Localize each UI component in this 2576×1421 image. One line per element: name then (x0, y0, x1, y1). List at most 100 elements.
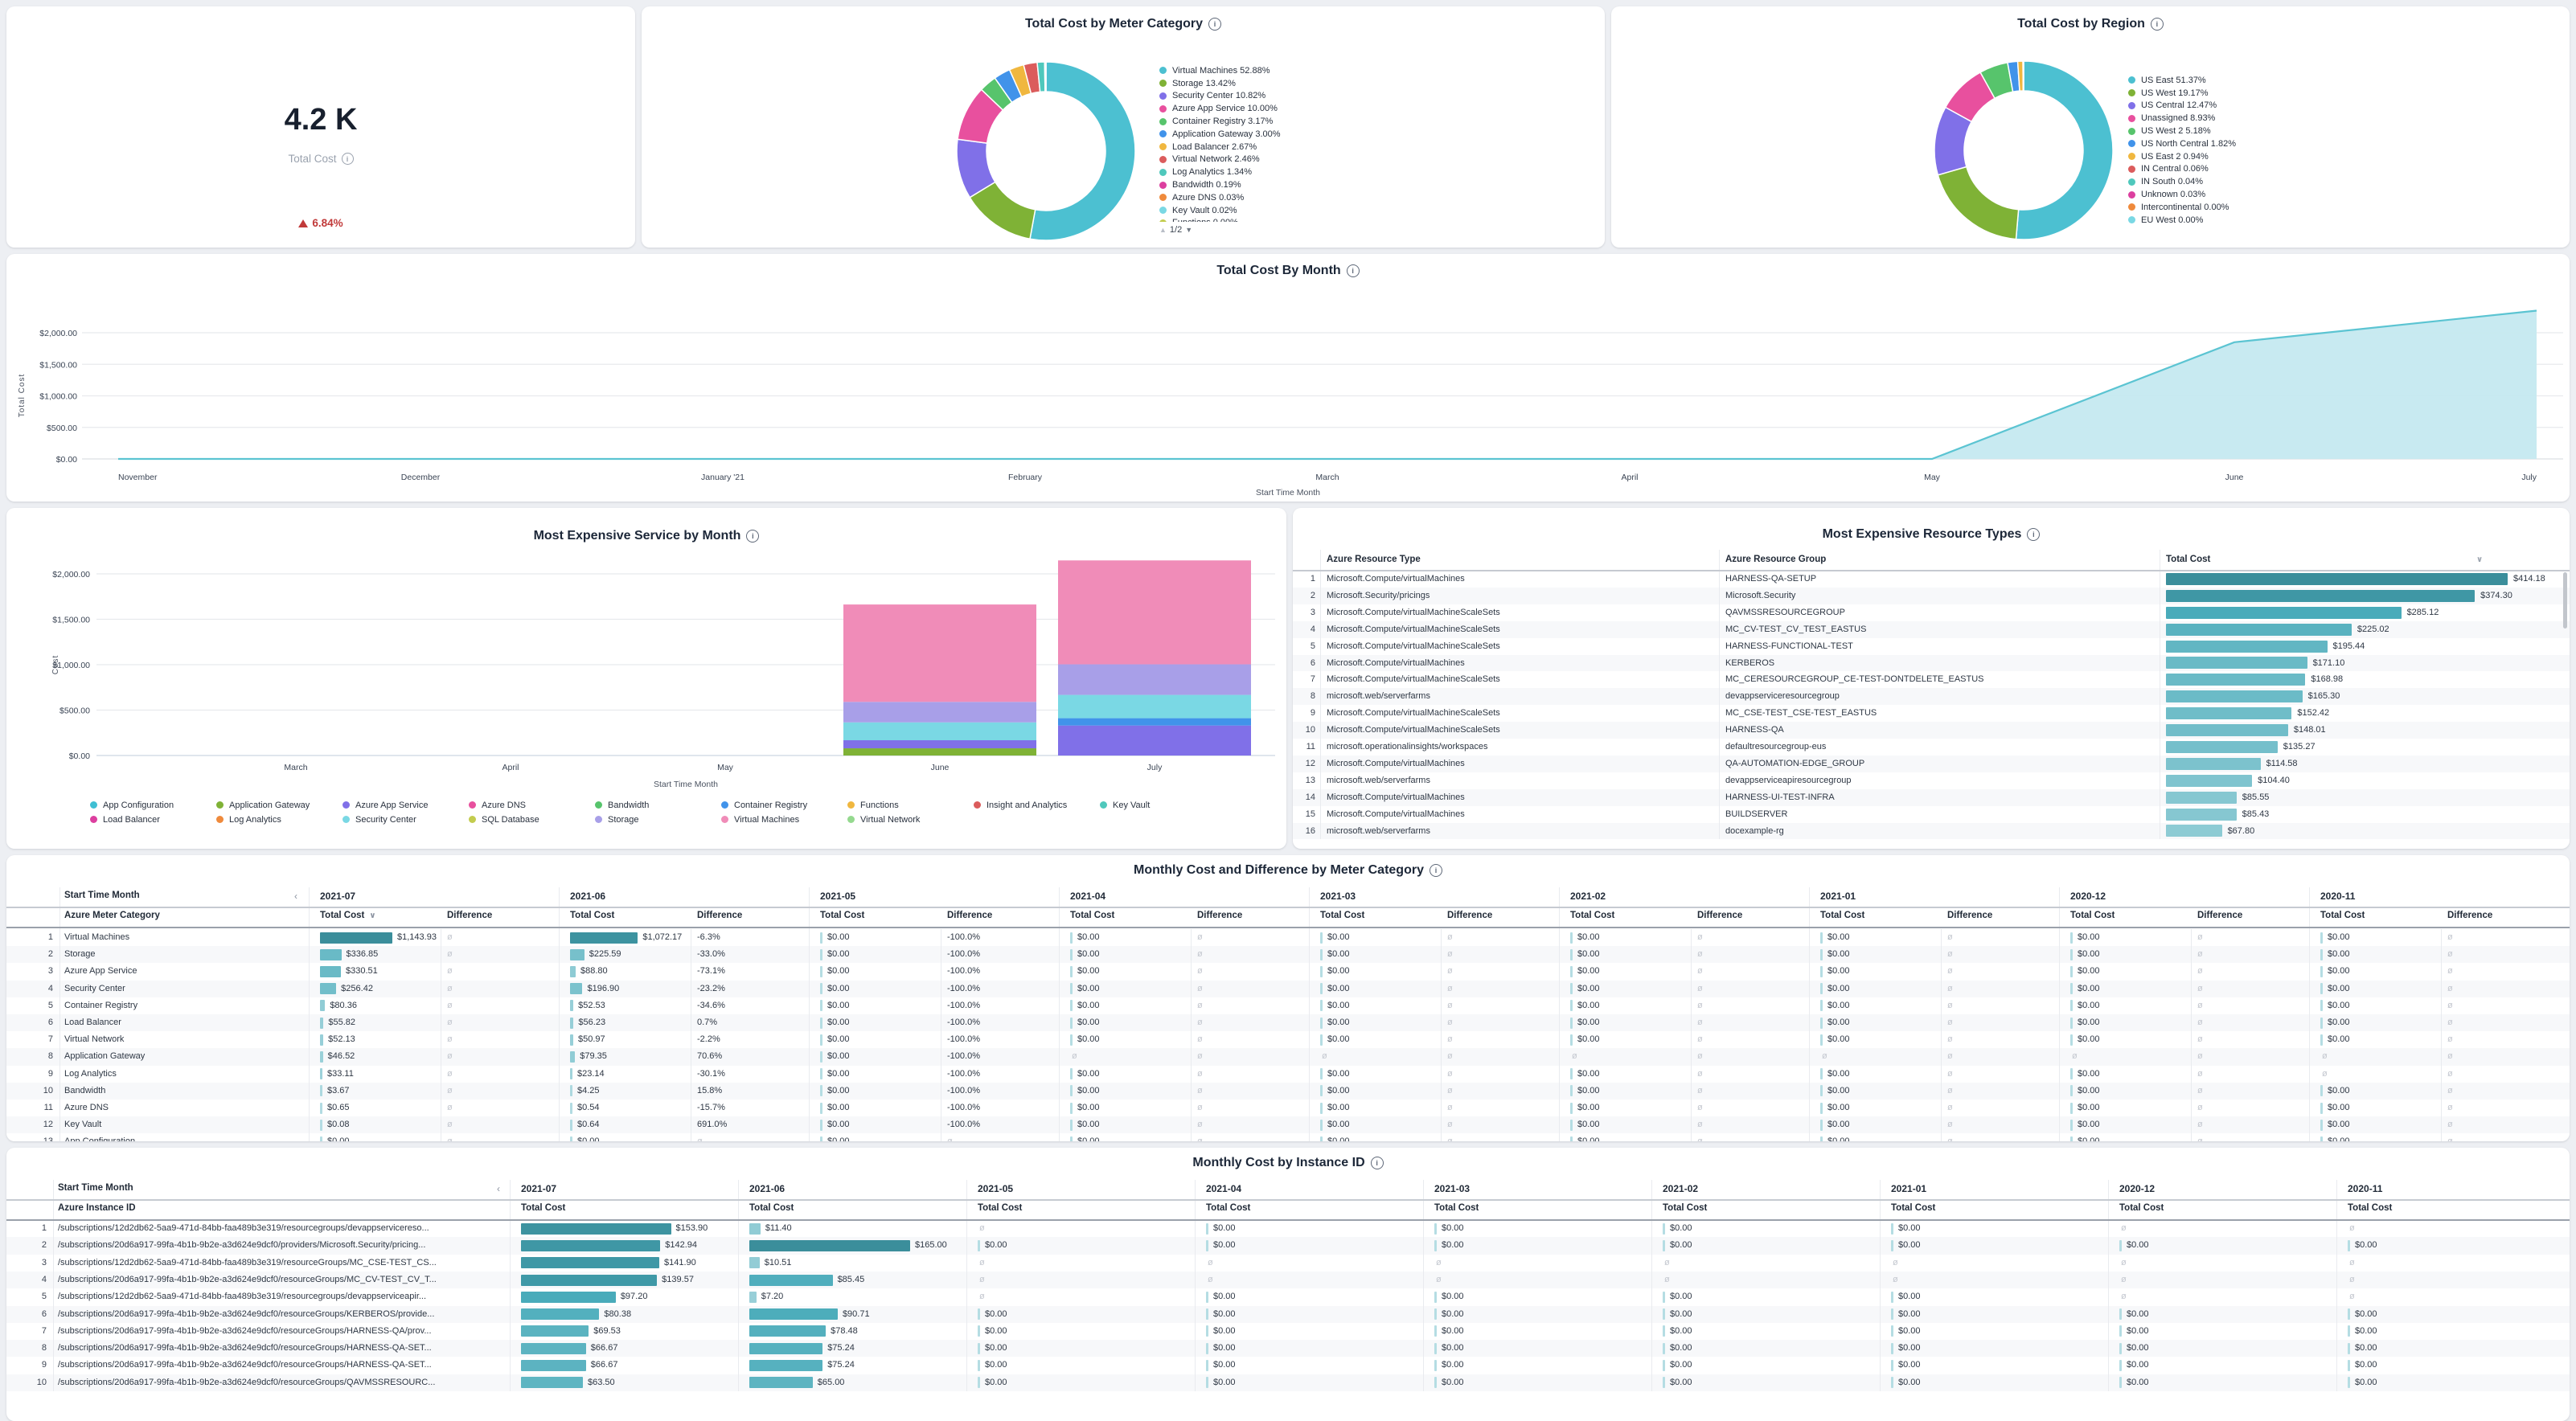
stack-segment[interactable] (843, 748, 1036, 756)
table-row[interactable]: 5Microsoft.Compute/virtualMachineScaleSe… (1293, 638, 2570, 655)
chart-legend-item[interactable]: Security Center (343, 813, 416, 826)
month-header[interactable]: 2021-05 (820, 891, 855, 902)
chart-legend-item[interactable]: Functions (847, 799, 899, 812)
legend-item[interactable]: Application Gateway 3.00% (1159, 128, 1401, 141)
month-header[interactable]: 2020-12 (2070, 891, 2106, 902)
chart-legend-item[interactable]: SQL Database (469, 813, 539, 826)
total-cost-header[interactable]: Total Cost∨ (320, 911, 376, 920)
legend-item[interactable]: IN South 0.04% (2128, 175, 2369, 188)
column-header[interactable]: Azure Resource Group (1725, 555, 1826, 564)
stack-segment[interactable] (1058, 726, 1251, 756)
difference-header[interactable]: Difference (947, 911, 992, 920)
month-header[interactable]: 2021-03 (1320, 891, 1356, 902)
table-row[interactable]: 3/subscriptions/12d2db62-5aa9-471d-84bb-… (6, 1255, 2570, 1272)
legend-item[interactable]: IN Central 0.06% (2128, 163, 2369, 176)
column-header[interactable]: Azure Resource Type (1327, 555, 1421, 564)
total-cost-header[interactable]: Total Cost (1820, 911, 1864, 920)
table-row[interactable]: 6Load Balancer$55.82ø$56.230.7%$0.00-100… (6, 1014, 2570, 1031)
difference-header[interactable]: Difference (447, 911, 492, 920)
legend-item[interactable]: Virtual Machines 52.88% (1159, 64, 1401, 77)
table-row[interactable]: 8/subscriptions/20d6a917-99fa-4b1b-9b2e-… (6, 1340, 2570, 1357)
total-cost-header[interactable]: Total Cost (2119, 1203, 2164, 1213)
total-cost-header[interactable]: Total Cost (1206, 1203, 1250, 1213)
legend-item[interactable]: Azure App Service 10.00% (1159, 102, 1401, 115)
difference-header[interactable]: Difference (1697, 911, 1742, 920)
month-header[interactable]: 2021-05 (978, 1183, 1013, 1194)
stack-segment[interactable] (1058, 695, 1251, 719)
total-cost-header[interactable]: Total Cost (1434, 1203, 1479, 1213)
chart-legend-item[interactable]: Log Analytics (216, 813, 281, 826)
difference-header[interactable]: Difference (2197, 911, 2242, 920)
total-cost-header[interactable]: Total Cost (1891, 1203, 1935, 1213)
prev-month-chevron[interactable]: ‹ (497, 1183, 500, 1194)
chart-legend-item[interactable]: Bandwidth (595, 799, 649, 812)
legend-item[interactable]: Key Vault 0.02% (1159, 204, 1401, 217)
total-cost-header[interactable]: Total Cost (521, 1203, 565, 1213)
chart-legend-item[interactable]: Key Vault (1100, 799, 1150, 812)
legend-item[interactable]: US North Central 1.82% (2128, 137, 2369, 150)
month-header[interactable]: 2021-04 (1070, 891, 1105, 902)
table-row[interactable]: 2/subscriptions/20d6a917-99fa-4b1b-9b2e-… (6, 1237, 2570, 1254)
legend-item[interactable]: Functions 0.00% (1159, 217, 1401, 222)
table-row[interactable]: 1Microsoft.Compute/virtualMachinesHARNES… (1293, 571, 2570, 588)
chart-legend-item[interactable]: Azure DNS (469, 799, 526, 812)
table-row[interactable]: 5Container Registry$80.36ø$52.53-34.6%$0… (6, 997, 2570, 1014)
legend-item[interactable]: EU West 0.00% (2128, 214, 2369, 227)
month-header[interactable]: 2021-02 (1663, 1183, 1698, 1194)
info-icon[interactable]: i (2151, 18, 2164, 31)
table-row[interactable]: 9Log Analytics$33.11ø$23.14-30.1%$0.00-1… (6, 1066, 2570, 1083)
chart-legend-item[interactable]: Insight and Analytics (974, 799, 1067, 812)
legend-item[interactable]: US East 2 0.94% (2128, 150, 2369, 163)
table-row[interactable]: 1Virtual Machines$1,143.93ø$1,072.17-6.3… (6, 929, 2570, 946)
total-cost-header[interactable]: Total Cost (2320, 911, 2365, 920)
legend-item[interactable]: US Central 12.47% (2128, 100, 2369, 113)
chart-legend-item[interactable]: App Configuration (90, 799, 174, 812)
table-row[interactable]: 6Microsoft.Compute/virtualMachinesKERBER… (1293, 655, 2570, 672)
table-row[interactable]: 3Azure App Service$330.51ø$88.80-73.1%$0… (6, 963, 2570, 980)
chart-legend-item[interactable]: Application Gateway (216, 799, 310, 812)
table-row[interactable]: 7/subscriptions/20d6a917-99fa-4b1b-9b2e-… (6, 1323, 2570, 1340)
table-row[interactable]: 1/subscriptions/12d2db62-5aa9-471d-84bb-… (6, 1220, 2570, 1237)
table-row[interactable]: 7Virtual Network$52.13ø$50.97-2.2%$0.00-… (6, 1031, 2570, 1048)
total-cost-header[interactable]: Total Cost (2348, 1203, 2392, 1213)
table-row[interactable]: 4/subscriptions/20d6a917-99fa-4b1b-9b2e-… (6, 1272, 2570, 1288)
legend-item[interactable]: US East 51.37% (2128, 74, 2369, 87)
table-row[interactable]: 2Storage$336.85ø$225.59-33.0%$0.00-100.0… (6, 946, 2570, 963)
legend-item[interactable]: Load Balancer 2.67% (1159, 141, 1401, 154)
table-row[interactable]: 12Microsoft.Compute/virtualMachinesQA-AU… (1293, 756, 2570, 772)
legend-item[interactable]: Log Analytics 1.34% (1159, 166, 1401, 178)
table-row[interactable]: 8microsoft.web/serverfarmsdevappservicer… (1293, 688, 2570, 705)
table-row[interactable]: 11Azure DNS$0.65ø$0.54-15.7%$0.00-100.0%… (6, 1100, 2570, 1116)
month-header[interactable]: 2020-11 (2348, 1183, 2382, 1194)
info-icon[interactable]: i (342, 153, 354, 165)
table-row[interactable]: 4Microsoft.Compute/virtualMachineScaleSe… (1293, 621, 2570, 638)
month-header[interactable]: 2021-07 (521, 1183, 556, 1194)
month-header[interactable]: 2021-06 (570, 891, 605, 902)
table-row[interactable]: 3Microsoft.Compute/virtualMachineScaleSe… (1293, 604, 2570, 621)
total-cost-header[interactable]: Total Cost (1320, 911, 1364, 920)
total-cost-header[interactable]: Total Cost (978, 1203, 1022, 1213)
legend-item[interactable]: US West 19.17% (2128, 87, 2369, 100)
chart-legend-item[interactable]: Storage (595, 813, 639, 826)
chart-legend-item[interactable]: Virtual Network (847, 813, 920, 826)
legend-item[interactable]: Unassigned 8.93% (2128, 112, 2369, 125)
stack-segment[interactable] (1058, 560, 1251, 664)
total-cost-header[interactable]: Total Cost (2070, 911, 2115, 920)
table-row[interactable]: 4Security Center$256.42ø$196.90-23.2%$0.… (6, 981, 2570, 997)
prev-month-chevron[interactable]: ‹ (294, 891, 297, 902)
stack-segment[interactable] (843, 723, 1036, 740)
page-up-icon[interactable]: ▲ (1159, 226, 1167, 234)
stack-segment[interactable] (843, 740, 1036, 748)
legend-item[interactable]: Storage 13.42% (1159, 77, 1401, 90)
table-row[interactable]: 11microsoft.operationalinsights/workspac… (1293, 739, 2570, 756)
table-row[interactable]: 6/subscriptions/20d6a917-99fa-4b1b-9b2e-… (6, 1306, 2570, 1323)
legend-item[interactable]: Virtual Network 2.46% (1159, 154, 1401, 166)
total-cost-header[interactable]: Total Cost (820, 911, 864, 920)
table-row[interactable]: 13microsoft.web/serverfarmsdevappservice… (1293, 772, 2570, 789)
stack-segment[interactable] (843, 702, 1036, 722)
table-row[interactable]: 8Application Gateway$46.52ø$79.3570.6%$0… (6, 1048, 2570, 1065)
table-row[interactable]: 13App Configuration$0.00ø$0.00ø$0.00ø$0.… (6, 1133, 2570, 1141)
total-cost-header[interactable]: Total Cost (570, 911, 614, 920)
month-header[interactable]: 2021-02 (1570, 891, 1606, 902)
difference-header[interactable]: Difference (1947, 911, 1992, 920)
